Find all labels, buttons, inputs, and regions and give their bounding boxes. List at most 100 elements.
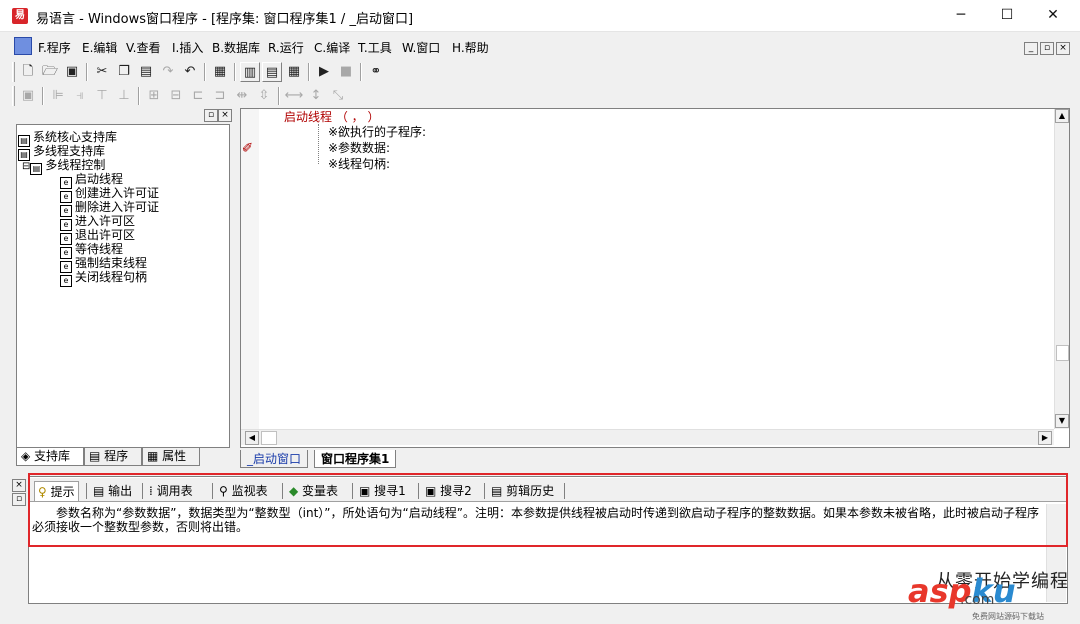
align-bottom-icon[interactable]: ⊥ (114, 86, 134, 106)
find-icon[interactable]: ▦ (210, 62, 230, 82)
resize-both-icon[interactable]: ⤡ (328, 86, 348, 106)
library-panel: ▫ × ▤ 系统核心支持库 ▤ 多线程支持库 ⊟ ▤ 多线程控制 e 启动线程 e 创建进入… (12, 108, 234, 470)
tree-item[interactable]: e 退出许可区 (18, 228, 159, 245)
toolbar-separator (42, 87, 44, 105)
align-left-icon[interactable]: ⊫ (48, 86, 68, 106)
cut-icon[interactable]: ✂ (92, 62, 112, 82)
new-file-icon[interactable]: 🗋 (18, 62, 38, 82)
tree-item[interactable]: ▤ 系统核心支持库 (18, 130, 159, 147)
scroll-thumb[interactable] (261, 431, 277, 445)
collapse-icon[interactable]: ⊟ (22, 161, 30, 172)
menu-tools[interactable]: T.工具 (358, 39, 392, 56)
same-width-icon[interactable]: ⊏ (188, 86, 208, 106)
horizontal-scrollbar[interactable]: ◀ ▶ (241, 429, 1054, 445)
scroll-up-icon[interactable]: ▲ (1055, 109, 1069, 123)
mdi-restore-button[interactable]: ▫ (1040, 42, 1054, 55)
menu-compile[interactable]: C.编译 (314, 39, 350, 56)
tab-program[interactable]: ▤ 程序 (84, 448, 142, 466)
alignment-toolbar: ▣ ⊫ ⫣ ⊤ ⊥ ⊞ ⊟ ⊏ ⊐ ⇹ ⇳ ⟷ ↕ ⤡ (12, 84, 452, 108)
menu-insert[interactable]: I.插入 (172, 39, 203, 56)
copy-icon[interactable]: ❐ (114, 62, 134, 82)
watermark-url: .com (960, 592, 995, 608)
close-button[interactable]: ✕ (1030, 0, 1076, 30)
tab-libraries[interactable]: ◈ 支持库 (16, 448, 84, 466)
tree-item[interactable]: ⊟ ▤ 多线程控制 (18, 158, 159, 175)
scroll-down-icon[interactable]: ▼ (1055, 414, 1069, 428)
standard-toolbar: 🗋 🗁 ▣ ✂ ❐ ▤ ↷ ↶ ▦ ▥ ▤ ▦ ▶ ■ ⚭ (12, 60, 412, 84)
menu-help[interactable]: H.帮助 (452, 39, 489, 56)
align-right-icon[interactable]: ⫣ (70, 86, 90, 106)
bottom-panel-close-button[interactable]: × (12, 479, 26, 492)
redo-icon[interactable]: ↷ (158, 62, 178, 82)
menu-bar: F.程序 E.编辑 V.查看 I.插入 B.数据库 R.运行 C.编译 T.工具… (8, 36, 1074, 58)
layout-left-icon[interactable]: ▥ (240, 62, 260, 82)
mdi-close-button[interactable]: × (1056, 42, 1070, 55)
param-line[interactable]: ※参数数据: (328, 139, 390, 156)
align-top-icon[interactable]: ⊤ (92, 86, 112, 106)
highlight-box (28, 473, 1068, 547)
app-logo-icon: 易 (12, 8, 28, 24)
properties-tab-icon: ▦ (147, 449, 163, 463)
save-icon[interactable]: ▣ (62, 62, 82, 82)
tree-item[interactable]: e 删除进入许可证 (18, 200, 159, 217)
space-vertical-icon[interactable]: ⇳ (254, 86, 274, 106)
watermark-subtitle: 免费网站源码下载站 (972, 612, 1044, 621)
menu-view[interactable]: V.查看 (126, 39, 160, 56)
menu-edit[interactable]: E.编辑 (82, 39, 117, 56)
command-icon: e (60, 275, 72, 287)
tree-item[interactable]: ▤ 多线程支持库 (18, 144, 159, 161)
param-tree-line (318, 124, 319, 164)
toolbar-grip[interactable] (12, 86, 15, 106)
document-icon[interactable] (14, 37, 32, 55)
center-horizontal-icon[interactable]: ⊞ (144, 86, 164, 106)
toolbar-separator (360, 63, 362, 81)
resize-width-icon[interactable]: ⟷ (284, 86, 304, 106)
open-folder-icon[interactable]: 🗁 (40, 62, 60, 82)
scroll-right-icon[interactable]: ▶ (1038, 431, 1052, 445)
tree-item[interactable]: e 等待线程 (18, 242, 159, 259)
param-line[interactable]: ※欲执行的子程序: (328, 123, 426, 140)
undo-icon[interactable]: ↶ (180, 62, 200, 82)
space-horizontal-icon[interactable]: ⇹ (232, 86, 252, 106)
tree-item[interactable]: e 强制结束线程 (18, 256, 159, 273)
panel-close-button[interactable]: × (218, 109, 232, 122)
same-height-icon[interactable]: ⊐ (210, 86, 230, 106)
maximize-button[interactable]: ☐ (984, 0, 1030, 30)
menu-run[interactable]: R.运行 (268, 39, 304, 56)
tab-properties[interactable]: ▦ 属性 (142, 448, 200, 466)
toolbar-separator (278, 87, 280, 105)
tree-item[interactable]: e 关闭线程句柄 (18, 270, 159, 287)
toolbar-separator (86, 63, 88, 81)
panel-pin-button[interactable]: ▫ (204, 109, 218, 122)
align-grid-icon[interactable]: ▣ (18, 86, 38, 106)
menu-program[interactable]: F.程序 (38, 39, 71, 56)
layout-full-icon[interactable]: ▦ (284, 62, 304, 82)
program-tab-icon: ▤ (89, 449, 105, 463)
toolbar-separator (138, 87, 140, 105)
toolbar-separator (308, 63, 310, 81)
toolbar-grip[interactable] (12, 62, 15, 82)
tree-item[interactable]: e 进入许可区 (18, 214, 159, 231)
library-tab-icon: ◈ (21, 449, 35, 463)
menu-window[interactable]: W.窗口 (402, 39, 440, 56)
vertical-scrollbar[interactable]: ▲ ▼ (1054, 109, 1069, 429)
stop-icon[interactable]: ■ (336, 62, 356, 82)
scroll-left-icon[interactable]: ◀ (245, 431, 259, 445)
menu-database[interactable]: B.数据库 (212, 39, 260, 56)
binoculars-icon[interactable]: ⚭ (366, 62, 386, 82)
param-line[interactable]: ※线程句柄: (328, 155, 390, 172)
tree-item[interactable]: e 创建进入许可证 (18, 186, 159, 203)
panel-header (12, 108, 234, 122)
paste-icon[interactable]: ▤ (136, 62, 156, 82)
mdi-minimize-button[interactable]: _ (1024, 42, 1038, 55)
minimize-button[interactable]: ─ (938, 0, 984, 30)
layout-bottom-icon[interactable]: ▤ (262, 62, 282, 82)
doc-tab-start-window[interactable]: _启动窗口 (240, 450, 309, 468)
resize-height-icon[interactable]: ↕ (306, 86, 326, 106)
doc-tab-window-assembly[interactable]: 窗口程序集1 (314, 450, 397, 468)
center-vertical-icon[interactable]: ⊟ (166, 86, 186, 106)
run-icon[interactable]: ▶ (314, 62, 334, 82)
bottom-panel-pin-button[interactable]: ▫ (12, 493, 26, 506)
scroll-thumb[interactable] (1056, 345, 1069, 361)
toolbar-separator (204, 63, 206, 81)
